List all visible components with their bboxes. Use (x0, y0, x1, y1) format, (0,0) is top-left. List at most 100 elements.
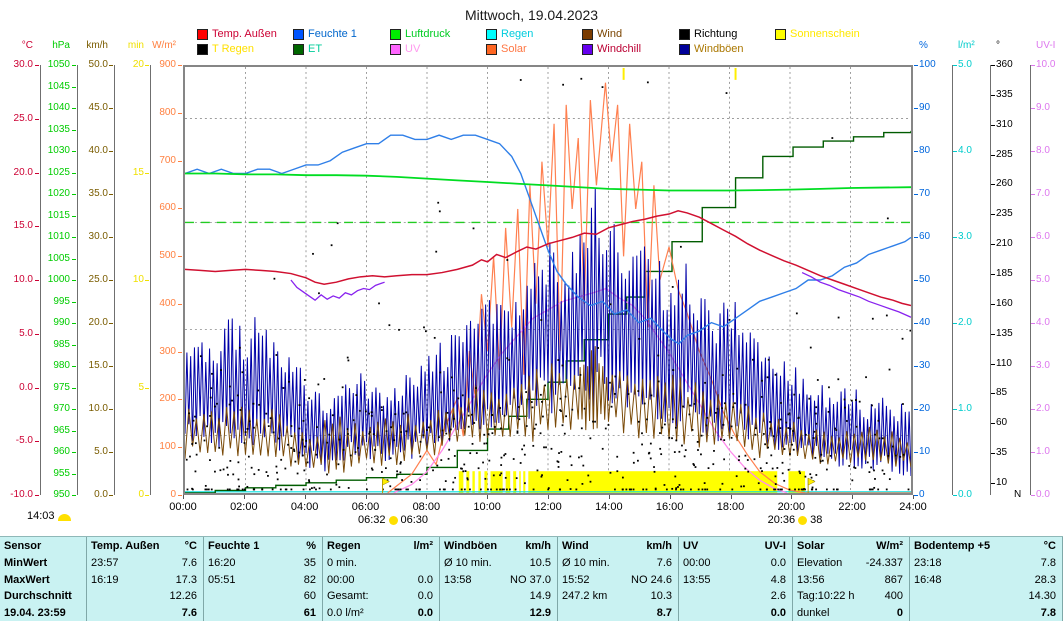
table-cell-row: 05:51 82 (208, 572, 316, 589)
table-cell-value: 0.0 (417, 590, 433, 603)
axis-tick (109, 409, 113, 410)
page-title: Mittwoch, 19.04.2023 (464, 7, 599, 23)
axis-tick-label: 1005 (47, 252, 70, 264)
table-cell-row: Ø 10 min. 7.6 (562, 555, 672, 572)
axis-tick-label: 1035 (47, 123, 70, 135)
table-cell-value: 14.30 (1028, 590, 1056, 603)
x-axis-tick (426, 495, 428, 499)
table-cell-value: 400 (884, 590, 903, 603)
legend-label: ET (308, 43, 323, 55)
axis-tick (178, 399, 182, 401)
sun-flag-icon (382, 477, 391, 493)
x-axis-tick (730, 495, 732, 499)
table-cell-value: 17.3 (175, 573, 197, 586)
axis-tick-label: 10.0 (1036, 59, 1056, 70)
axis-line (77, 65, 78, 495)
axis-tick (1031, 366, 1035, 367)
axis-tick-label: 5 (138, 381, 144, 393)
table-col-name: Regen (327, 540, 361, 552)
axis-tick (991, 94, 995, 96)
axis-tick-label: 1040 (47, 102, 70, 113)
table-col-name: Wind (562, 540, 589, 552)
table-cell-row: Tag:10:22 h 400 (797, 588, 903, 605)
table-cell-row: 23:57 7.6 (91, 555, 197, 572)
axis-tick-label: 90 (919, 102, 931, 113)
axis-tick (953, 151, 957, 152)
x-axis-tick (243, 495, 245, 499)
axis-tick (109, 495, 113, 496)
x-axis-label: 06:00 (351, 501, 380, 513)
axis-tick (72, 215, 76, 217)
legend-item-richtung: Richtung (679, 29, 737, 40)
legend-swatch-icon (679, 29, 690, 40)
axis-tick-label: 35.0 (88, 188, 108, 199)
table-cell-label: 0 min. (327, 556, 357, 569)
axis-tick-label: 1050 (47, 59, 70, 70)
x-axis-tick (852, 495, 854, 499)
legend-swatch-icon (582, 29, 593, 40)
table-cell-row: 14.30 (914, 588, 1056, 605)
axis-tick (991, 124, 995, 126)
x-axis-label: 16:00 (655, 501, 684, 513)
legend-label: UV (405, 43, 421, 55)
table-cell-label: Ø 10 min. (562, 556, 610, 569)
axis-tick (72, 409, 76, 410)
axis-tick (72, 237, 76, 238)
axis-tick-label: 1.0 (1036, 446, 1050, 457)
axis-tick-label: 20.0 (13, 166, 33, 178)
legend-item-windchill: Windchill (582, 44, 641, 55)
x-axis-tick (791, 495, 793, 499)
axis-tick (914, 366, 918, 367)
axis-tick-label: 50.0 (88, 59, 108, 70)
table-col-header: Solar W/m² (797, 538, 903, 555)
table-col-name: Solar (797, 540, 825, 552)
x-axis-tick (913, 495, 914, 499)
table-header-sensor: Sensor (4, 540, 42, 552)
axis-tick-label: 10.0 (88, 403, 108, 414)
weather-station-day-view: Mittwoch, 19.04.2023 Temp. Außen Feuchte … (0, 0, 1063, 621)
table-cell-value: 82 (303, 573, 316, 586)
legend-swatch-icon (390, 44, 401, 55)
table-cell-label: 00:00 (683, 556, 711, 569)
table-cell-row: 8.7 (562, 605, 672, 621)
axis-tick-label: 1015 (47, 209, 70, 221)
axis-tick-label: 995 (53, 295, 70, 307)
table-col-unit: °C (184, 540, 197, 552)
legend-label: Luftdruck (405, 28, 451, 40)
axis-unit-kmh: km/h (86, 40, 108, 51)
table-cell-value: 4.8 (770, 573, 786, 586)
table-cell-row: 00:00 0.0 (683, 555, 786, 572)
axis-tick-label: 9.0 (1036, 102, 1050, 113)
legend-swatch-icon (293, 29, 304, 40)
axis-tick-label: 1000 (47, 274, 70, 285)
axis-tick-label: 955 (53, 467, 70, 479)
table-cell-value: -24.337 (865, 556, 903, 569)
axis-tick-label: 4.0 (958, 145, 972, 156)
x-axis-label: 24:00 (899, 501, 927, 513)
axis-tick (914, 65, 918, 66)
table-cell-row: 7.8 (914, 605, 1056, 621)
axis-tick-label: 1025 (47, 166, 70, 178)
table-cell-value: 10.3 (650, 590, 672, 603)
axis-unit-lm: l/m² (958, 40, 975, 51)
axis-tick (72, 258, 76, 260)
table-cell-value: 0.0 (417, 607, 433, 620)
table-cell-label: 247.2 km (562, 590, 608, 603)
axis-tick-label: 30.0 (88, 231, 108, 242)
axis-tick-label: 15.0 (88, 360, 108, 371)
axis-tick-label: 185 (996, 268, 1013, 280)
day-length-annotation: 14:03 (27, 510, 71, 522)
table-cell-value: 7.6 (181, 607, 197, 620)
sensor-summary-table: Sensor MinWert MaxWert Durchschnitt 19.04. 2… (0, 536, 1063, 621)
axis-tick (72, 473, 76, 475)
sunrise-time-2: 06:30 (400, 514, 429, 526)
table-cell-value: 0 (896, 607, 903, 620)
axis-tick-label: 600 (159, 202, 176, 214)
axis-tick-label: 260 (996, 178, 1013, 190)
x-axis-tick (548, 495, 549, 499)
legend-label: T Regen (212, 43, 254, 55)
axis-line (952, 65, 953, 495)
table-col-header: Windböen km/h (444, 538, 551, 555)
legend-item-t-regen: T Regen (197, 44, 254, 55)
axis-tick-label: 1030 (47, 145, 70, 156)
